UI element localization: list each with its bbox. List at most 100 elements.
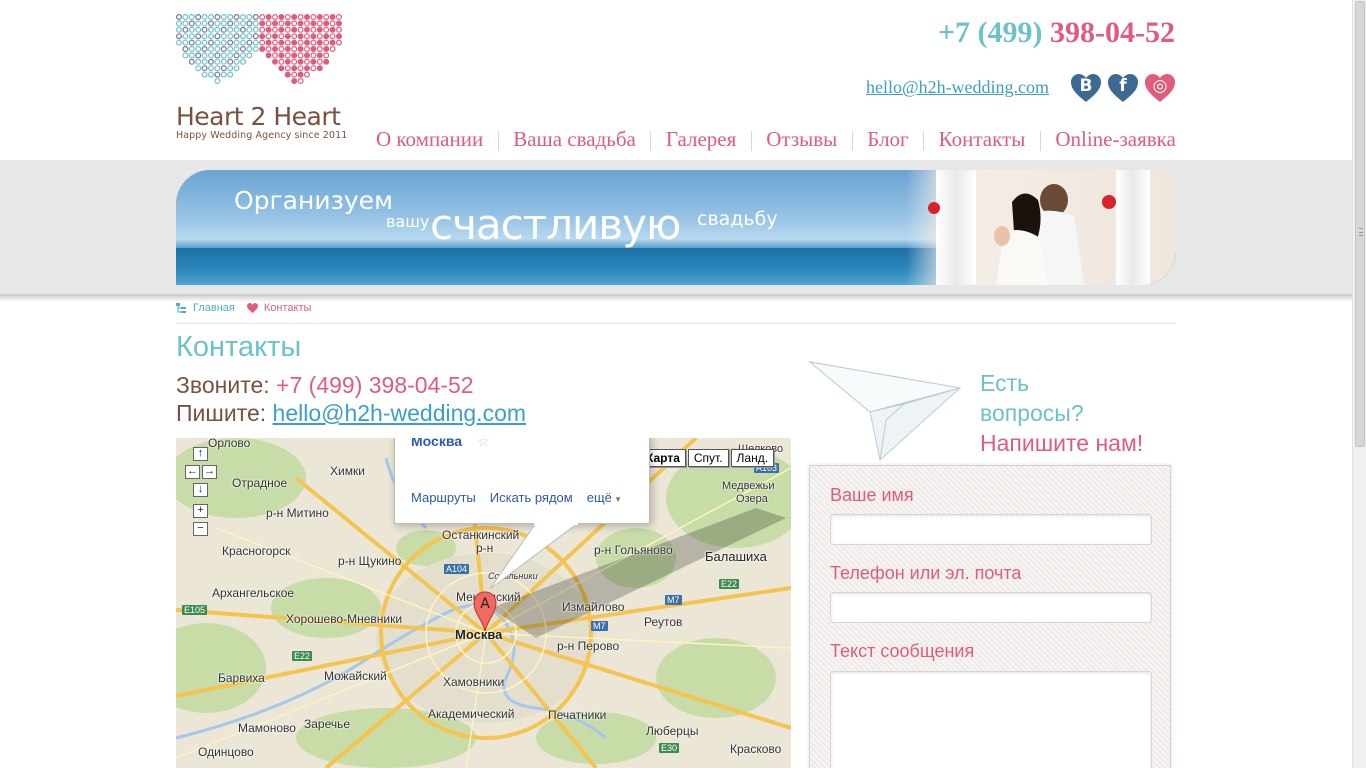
nav-item-blog[interactable]: Блог [867,127,908,152]
road-badge: E30 [659,743,680,753]
name-label: Ваше имя [830,485,914,505]
info-window-links: Маршруты Искать рядом ещё ▼ [411,490,622,505]
banner-flower-icon [1102,195,1116,209]
map-label: Красногорск [222,544,291,558]
map-info-window: Москва ☆ × Маршруты Искать рядом ещё ▼ [394,438,650,524]
map-marker-icon[interactable]: A [473,591,497,631]
nav-divider [750,131,752,151]
close-icon[interactable]: × [624,438,631,441]
more-link-label: ещё [586,490,612,505]
road-badge: E22 [292,651,313,661]
call-phone: +7 (499) 398-04-52 [276,372,474,398]
nav-item-online-request[interactable]: Online-заявка [1055,127,1176,152]
phone-number: 398-04-52 [1050,16,1175,49]
scrollbar-thumb[interactable] [1355,1,1365,447]
directions-link[interactable]: Маршруты [411,490,476,505]
map-pan-left-button[interactable]: ← [185,465,200,479]
nav-divider [923,131,925,151]
search-nearby-link[interactable]: Искать рядом [490,490,573,505]
info-window-tail [489,523,578,590]
breadcrumb: Главная Контакты [176,302,311,314]
map-label: р-н Перово [557,639,620,653]
map-label: Заречье [304,717,351,731]
contact-form: Ваше имя Телефон или эл. почта Текст соо… [809,465,1171,768]
name-input[interactable] [830,514,1152,545]
paper-plane-icon [808,361,962,460]
map-label: Архангельское [212,586,295,600]
contact-input[interactable] [830,592,1152,623]
map-label: Реутов [644,615,683,629]
map-type-switcher: Карта Спут. Ланд. [638,449,775,467]
nav-divider [851,131,853,151]
nav-item-gallery[interactable]: Галерея [666,127,736,152]
banner-text-line2: вашу [386,212,430,231]
instagram-icon[interactable]: ◎ [1144,73,1176,103]
facebook-icon[interactable]: f [1107,73,1139,103]
star-icon[interactable]: ☆ [477,438,490,450]
map-label: Барвиха [218,671,265,685]
contact-label: Телефон или эл. почта [830,563,1022,583]
map-label: Балашиха [705,549,767,564]
road-badge: A104 [444,564,470,574]
divider [176,323,1176,324]
scrollbar-grip [1359,228,1363,236]
map-label: р-н Щукино [338,554,402,568]
nav-item-wedding[interactable]: Ваша свадьба [513,127,636,152]
breadcrumb-home-link[interactable]: Главная [193,302,235,314]
map-zoom-in-button[interactable]: + [193,504,208,518]
map-type-terrain-button[interactable]: Ланд. [730,449,775,467]
map-zoom-out-button[interactable]: − [193,522,208,536]
write-line: Пишите: hello@h2h-wedding.com [176,400,526,427]
map-label: Отрадное [232,476,288,490]
map-label: Хамовники [443,675,505,689]
form-heading-line3: Напишите нам! [980,430,1144,456]
sitemap-icon [176,302,186,313]
form-heading-line1: Есть [980,370,1030,396]
write-label: Пишите: [176,400,267,426]
map-label: Можайский [324,669,387,683]
map-label: Измайлово [562,600,625,614]
nav-item-contacts[interactable]: Контакты [939,127,1026,152]
call-line: Звоните: +7 (499) 398-04-52 [176,372,474,399]
map-pan-up-button[interactable]: ↑ [193,447,208,461]
map-label: Озера [736,493,768,505]
road-badge: M7 [591,621,608,631]
write-email-link[interactable]: hello@h2h-wedding.com [273,400,527,426]
road-badge: M7 [665,595,682,605]
banner-flower-icon [928,202,940,214]
map-label: Химки [330,464,365,478]
banner-couple-image [994,184,1084,285]
map-label: р-н Гольяново [594,543,673,557]
map-pan-right-button[interactable]: → [202,465,217,479]
road-badge: E22 [719,579,740,589]
facebook-glyph: f [1119,76,1127,96]
map-label: Красково [730,742,782,756]
map-pan-down-button[interactable]: ↓ [193,483,208,497]
map-label: Люберцы [646,724,699,738]
vk-icon[interactable]: B [1070,73,1102,103]
banner-text-line4: свадьбу [697,208,778,230]
hero-banner: Организуем вашу счастливую свадьбу [176,170,1176,285]
header-phone: +7 (499) 398-04-52 [938,16,1175,50]
map-label: Хорошево-Мневники [286,612,403,626]
instagram-glyph: ◎ [1152,76,1168,96]
more-link[interactable]: ещё ▼ [587,490,622,505]
nav-item-about[interactable]: О компании [376,127,483,152]
nav-item-reviews[interactable]: Отзывы [766,127,837,152]
header-email-link[interactable]: hello@h2h-wedding.com [866,77,1049,98]
info-window-title: Москва [411,438,463,449]
brand-tagline: Happy Wedding Agency since 2011 [176,130,348,141]
page-scrollbar[interactable] [1352,0,1366,768]
call-label: Звоните: [176,372,270,398]
form-heading: Есть вопросы? Напишите нам! [980,368,1143,458]
svg-text:A: A [480,596,490,612]
banner-curtain-right [1116,170,1150,285]
vk-glyph: B [1079,76,1093,96]
message-textarea[interactable] [830,671,1152,768]
banner-text-line3: счастливую [430,200,681,249]
nav-divider [650,131,652,151]
map-label: Печатники [548,708,607,722]
nav-divider [1039,131,1041,151]
map-type-satellite-button[interactable]: Спут. [687,449,729,467]
google-map[interactable]: Орлово Химки Отрадное р-н Митино Красног… [176,438,791,768]
